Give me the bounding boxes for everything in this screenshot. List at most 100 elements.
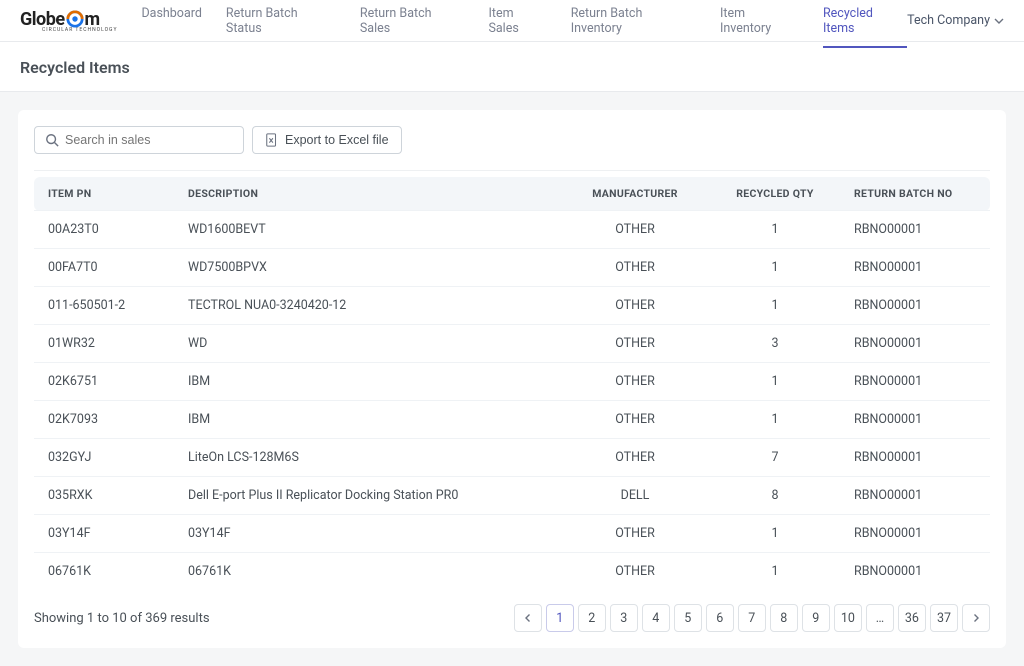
recycled-items-table: ITEM PN DESCRIPTION MANUFACTURER RECYCLE… [34,177,990,590]
table-row[interactable]: 02K7093IBMOTHER1RBNO00001 [34,401,990,439]
cell-recycled_qty: 8 [710,477,840,515]
globe-icon [66,10,84,28]
page-8[interactable]: 8 [770,604,798,632]
cell-item_pn: 00A23T0 [34,211,174,249]
chevron-down-icon [994,16,1004,26]
export-button[interactable]: Export to Excel file [252,126,402,154]
col-manufacturer[interactable]: MANUFACTURER [560,177,710,211]
page-prev[interactable] [514,604,542,632]
cell-description: LiteOn LCS-128M6S [174,439,560,477]
page-ellipsis[interactable]: … [866,604,894,632]
cell-return_batch_no: RBNO00001 [840,249,990,287]
cell-return_batch_no: RBNO00001 [840,401,990,439]
top-navbar: Globe m CIRCULAR TECHNOLOGY DashboardRet… [0,0,1024,42]
cell-manufacturer: OTHER [560,249,710,287]
cell-recycled_qty: 1 [710,515,840,553]
export-label: Export to Excel file [285,133,389,147]
page-title-row: Recycled Items [0,42,1024,92]
toolbar: Export to Excel file [34,126,990,154]
divider [34,170,990,171]
page-7[interactable]: 7 [738,604,766,632]
col-description[interactable]: DESCRIPTION [174,177,560,211]
cell-description: 06761K [174,553,560,591]
page-9[interactable]: 9 [802,604,830,632]
page-36[interactable]: 36 [898,604,926,632]
cell-item_pn: 06761K [34,553,174,591]
table-row[interactable]: 06761K06761KOTHER1RBNO00001 [34,553,990,591]
table-row[interactable]: 01WR32WDOTHER3RBNO00001 [34,325,990,363]
cell-recycled_qty: 3 [710,325,840,363]
cell-manufacturer: OTHER [560,363,710,401]
cell-item_pn: 011-650501-2 [34,287,174,325]
page-1[interactable]: 1 [546,604,574,632]
page-6[interactable]: 6 [706,604,734,632]
cell-manufacturer: OTHER [560,211,710,249]
page-4[interactable]: 4 [642,604,670,632]
cell-manufacturer: OTHER [560,439,710,477]
cell-description: WD [174,325,560,363]
cell-recycled_qty: 1 [710,553,840,591]
table-row[interactable]: 032GYJLiteOn LCS-128M6SOTHER7RBNO00001 [34,439,990,477]
table-row[interactable]: 035RXKDell E-port Plus II Replicator Doc… [34,477,990,515]
nav-item-dashboard[interactable]: Dashboard [141,0,201,48]
cell-recycled_qty: 1 [710,287,840,325]
cell-return_batch_no: RBNO00001 [840,287,990,325]
cell-description: 03Y14F [174,515,560,553]
nav-item-item-inventory[interactable]: Item Inventory [720,0,799,48]
page-10[interactable]: 10 [834,604,862,632]
search-input[interactable] [65,133,233,147]
table-footer: Showing 1 to 10 of 369 results 123456789… [34,604,990,632]
cell-item_pn: 01WR32 [34,325,174,363]
cell-return_batch_no: RBNO00001 [840,477,990,515]
content-card: Export to Excel file ITEM PN DESCRIPTION… [18,110,1006,648]
excel-file-icon [265,133,279,147]
cell-description: WD1600BEVT [174,211,560,249]
cell-manufacturer: OTHER [560,325,710,363]
cell-return_batch_no: RBNO00001 [840,553,990,591]
page-next[interactable] [962,604,990,632]
cell-recycled_qty: 1 [710,249,840,287]
pagination: 12345678910…3637 [514,604,990,632]
page-37[interactable]: 37 [930,604,958,632]
col-recycled-qty[interactable]: RECYCLED QTY [710,177,840,211]
table-row[interactable]: 00A23T0WD1600BEVTOTHER1RBNO00001 [34,211,990,249]
main-nav: Dashboard Return Batch Status Return Batch… [141,0,907,48]
page-3[interactable]: 3 [610,604,638,632]
search-wrap[interactable] [34,126,244,154]
cell-return_batch_no: RBNO00001 [840,439,990,477]
cell-return_batch_no: RBNO00001 [840,363,990,401]
cell-return_batch_no: RBNO00001 [840,211,990,249]
cell-recycled_qty: 1 [710,363,840,401]
table-row[interactable]: 03Y14F03Y14FOTHER1RBNO00001 [34,515,990,553]
cell-manufacturer: OTHER [560,287,710,325]
table-row[interactable]: 00FA7T0WD7500BPVXOTHER1RBNO00001 [34,249,990,287]
cell-manufacturer: DELL [560,477,710,515]
cell-description: Dell E-port Plus II Replicator Docking S… [174,477,560,515]
page-5[interactable]: 5 [674,604,702,632]
nav-item-return-batch-sales[interactable]: Return Batch Sales [360,0,465,48]
company-dropdown[interactable]: Tech Company [907,13,1004,28]
col-item-pn[interactable]: ITEM PN [34,177,174,211]
nav-item-return-batch-inventory[interactable]: Return Batch Inventory [571,0,696,48]
main-content: Export to Excel file ITEM PN DESCRIPTION… [0,92,1024,666]
search-icon [45,133,59,147]
results-text: Showing 1 to 10 of 369 results [34,611,210,626]
brand-logo[interactable]: Globe m CIRCULAR TECHNOLOGY [20,9,117,33]
cell-description: IBM [174,363,560,401]
company-name: Tech Company [907,13,990,28]
cell-description: WD7500BPVX [174,249,560,287]
cell-description: TECTROL NUA0-3240420-12 [174,287,560,325]
table-row[interactable]: 02K6751IBMOTHER1RBNO00001 [34,363,990,401]
cell-item_pn: 03Y14F [34,515,174,553]
nav-item-recycled-items[interactable]: Recycled Items [823,0,907,48]
cell-manufacturer: OTHER [560,553,710,591]
table-row[interactable]: 011-650501-2TECTROL NUA0-3240420-12OTHER… [34,287,990,325]
cell-description: IBM [174,401,560,439]
col-return-batch-no[interactable]: RETURN BATCH NO [840,177,990,211]
cell-item_pn: 032GYJ [34,439,174,477]
cell-recycled_qty: 1 [710,211,840,249]
page-2[interactable]: 2 [578,604,606,632]
nav-item-return-batch-status[interactable]: Return Batch Status [226,0,336,48]
cell-recycled_qty: 7 [710,439,840,477]
nav-item-item-sales[interactable]: Item Sales [488,0,546,48]
